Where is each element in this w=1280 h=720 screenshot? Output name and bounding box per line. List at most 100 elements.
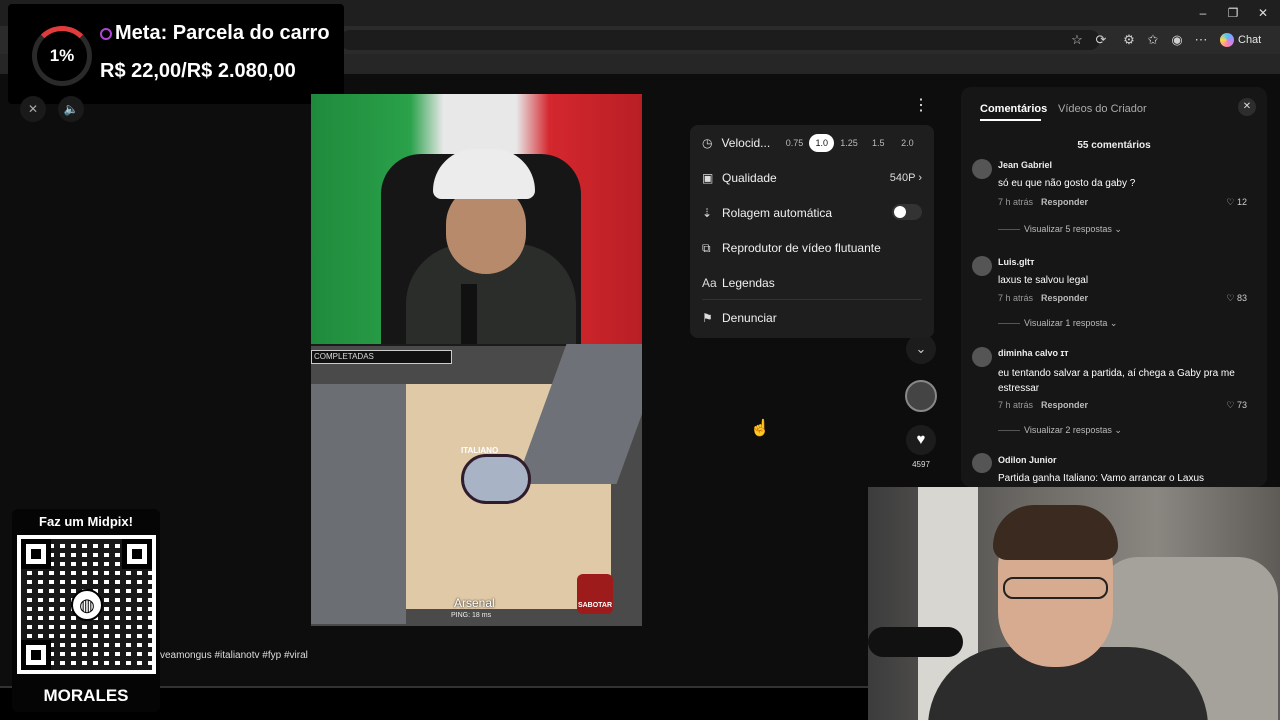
profile-icon[interactable]: ◉ bbox=[1168, 31, 1186, 49]
copilot-chat-button[interactable]: Chat bbox=[1214, 30, 1267, 50]
tab-comments[interactable]: Comentários bbox=[980, 103, 1047, 115]
favorites-icon[interactable]: ✩ bbox=[1144, 31, 1162, 49]
hd-icon: ▣ bbox=[702, 171, 714, 185]
comments-panel: Comentários Vídeos do Criador ✕ 55 comen… bbox=[961, 87, 1267, 487]
comment-like[interactable]: ♡ 73 bbox=[1207, 400, 1247, 411]
reply-button[interactable]: Responder bbox=[1041, 293, 1088, 303]
person-hair bbox=[993, 505, 1118, 560]
star-icon[interactable]: ☆ bbox=[1068, 31, 1086, 49]
comment-like[interactable]: ♡ 12 bbox=[1207, 197, 1247, 208]
comment-time: 7 h atrás bbox=[998, 293, 1034, 303]
ping-readout: PING: 18 ms bbox=[451, 612, 492, 619]
tab-creator-videos[interactable]: Vídeos do Criador bbox=[1058, 103, 1147, 115]
qr-finder bbox=[21, 539, 51, 569]
qr-finder bbox=[21, 640, 51, 670]
view-replies[interactable]: Visualizar 2 respostas ⌄ bbox=[1024, 425, 1122, 436]
goal-overlay: 1% Meta: Parcela do carro R$ 22,00/R$ 2.… bbox=[8, 4, 344, 104]
thread-line bbox=[998, 229, 1020, 230]
speed-label: Velocid... bbox=[721, 136, 771, 150]
settings-menu: ◷ Velocid... 0.75 1.0 1.25 1.5 2.0 ▣ Qua… bbox=[690, 125, 934, 338]
speed-option-15[interactable]: 1.5 bbox=[864, 134, 893, 152]
copilot-icon bbox=[1220, 33, 1234, 47]
extension-icon[interactable]: ⟳ bbox=[1092, 31, 1110, 49]
qr-code: ◍ bbox=[17, 535, 156, 674]
tasks-label: COMPLETADAS bbox=[314, 352, 374, 361]
thread-line bbox=[998, 430, 1020, 431]
speed-icon: ◷ bbox=[702, 136, 713, 150]
report-row[interactable]: ⚑ Denunciar bbox=[702, 306, 922, 330]
collapse-icon[interactable]: ✕ bbox=[20, 96, 46, 122]
avatar[interactable] bbox=[972, 453, 992, 473]
game-wall bbox=[311, 384, 406, 624]
chevron-down-icon[interactable]: ⌄ bbox=[906, 334, 936, 364]
address-bar[interactable] bbox=[340, 30, 1100, 50]
speed-option-125[interactable]: 1.25 bbox=[834, 134, 863, 152]
like-count: 4597 bbox=[912, 460, 930, 469]
quality-value: 540P › bbox=[889, 172, 922, 184]
volume-icon[interactable]: 🔈 bbox=[58, 96, 84, 122]
tasks-bar: COMPLETADAS bbox=[311, 350, 452, 364]
close-window-icon[interactable]: ✕ bbox=[1248, 4, 1278, 22]
hand-cursor-icon: ☝ bbox=[750, 420, 770, 437]
quality-label: Qualidade bbox=[722, 171, 777, 185]
comment-user[interactable]: Luis.gItт bbox=[998, 257, 1034, 267]
comment-text: só eu que não gosto da gaby ? bbox=[998, 178, 1136, 189]
view-replies[interactable]: Visualizar 1 resposta ⌄ bbox=[1024, 318, 1117, 329]
comment-user[interactable]: Odilon Junior bbox=[998, 455, 1057, 465]
thread-line bbox=[998, 323, 1020, 324]
heart-icon[interactable]: ♥ bbox=[906, 425, 936, 455]
goal-percent: 1% bbox=[49, 46, 75, 65]
quality-row[interactable]: ▣ Qualidade 540P › bbox=[702, 166, 922, 190]
comment-like[interactable]: ♡ 83 bbox=[1207, 293, 1247, 304]
author-avatar[interactable] bbox=[905, 380, 937, 412]
comment-text: laxus te salvou legal bbox=[998, 275, 1089, 286]
flag-icon: ⚑ bbox=[702, 311, 713, 325]
report-label: Denunciar bbox=[722, 311, 777, 325]
minimize-icon[interactable]: – bbox=[1188, 4, 1218, 22]
streamer-facecam bbox=[311, 94, 642, 344]
microphone bbox=[868, 627, 963, 657]
more-icon[interactable]: ⋯ bbox=[1192, 31, 1210, 49]
comment-user[interactable]: Jean Gabriel bbox=[998, 160, 1052, 170]
qr-finder bbox=[122, 539, 152, 569]
captions-label: Legendas bbox=[722, 276, 775, 290]
video-player[interactable]: COMPLETADAS ITALIANO SABOTAR Arsenal PIN… bbox=[311, 94, 642, 626]
speed-option-20[interactable]: 2.0 bbox=[893, 134, 922, 152]
map-name: Arsenal bbox=[454, 596, 495, 610]
close-icon[interactable]: ✕ bbox=[1238, 98, 1256, 116]
goal-title: Meta: Parcela do carro bbox=[115, 22, 330, 44]
speed-option-10[interactable]: 1.0 bbox=[809, 134, 835, 152]
view-replies[interactable]: Visualizar 5 respostas ⌄ bbox=[1024, 224, 1122, 235]
avatar[interactable] bbox=[972, 159, 992, 179]
collections-icon[interactable]: ⚙ bbox=[1120, 31, 1138, 49]
captions-icon: Aa bbox=[702, 276, 717, 290]
floating-player-label: Reprodutor de vídeo flutuante bbox=[722, 241, 881, 255]
autoscroll-toggle[interactable] bbox=[892, 203, 922, 223]
restore-icon[interactable]: ❐ bbox=[1218, 4, 1248, 22]
sabotage-button: SABOTAR bbox=[577, 574, 613, 614]
chat-label: Chat bbox=[1238, 34, 1262, 46]
goal-progress-ring: 1% bbox=[32, 26, 92, 86]
qr-title: Faz um Midpix! bbox=[39, 514, 133, 529]
captions-row[interactable]: Aa Legendas bbox=[702, 271, 922, 295]
brand-name: MORALES bbox=[43, 686, 129, 705]
comment-time: 7 h atrás bbox=[998, 400, 1034, 410]
webcam-overlay bbox=[868, 487, 1280, 720]
avatar[interactable] bbox=[972, 347, 992, 367]
tab-underline bbox=[980, 119, 1041, 121]
comment-count: 55 comentários bbox=[1077, 140, 1151, 151]
volleyball-icon: ◍ bbox=[71, 589, 103, 621]
goal-amount: R$ 22,00/R$ 2.080,00 bbox=[100, 60, 296, 82]
reply-button[interactable]: Responder bbox=[1041, 197, 1088, 207]
crewmate bbox=[461, 454, 531, 504]
video-hashtags[interactable]: veamongus #italianotv #fyp #viral bbox=[160, 650, 308, 661]
floating-player-row[interactable]: ⧉ Reprodutor de vídeo flutuante bbox=[702, 236, 922, 260]
autoscroll-row: ⇣ Rolagem automática bbox=[702, 201, 922, 225]
more-options-icon[interactable]: ⋮ bbox=[909, 94, 933, 118]
comment-user[interactable]: diminha calvo ɪᴛ bbox=[998, 348, 1069, 358]
avatar[interactable] bbox=[972, 256, 992, 276]
qr-overlay: Faz um Midpix! ◍ MORALES bbox=[12, 509, 160, 712]
autoscroll-label: Rolagem automática bbox=[722, 206, 833, 220]
speed-option-075[interactable]: 0.75 bbox=[780, 134, 809, 152]
reply-button[interactable]: Responder bbox=[1041, 400, 1088, 410]
